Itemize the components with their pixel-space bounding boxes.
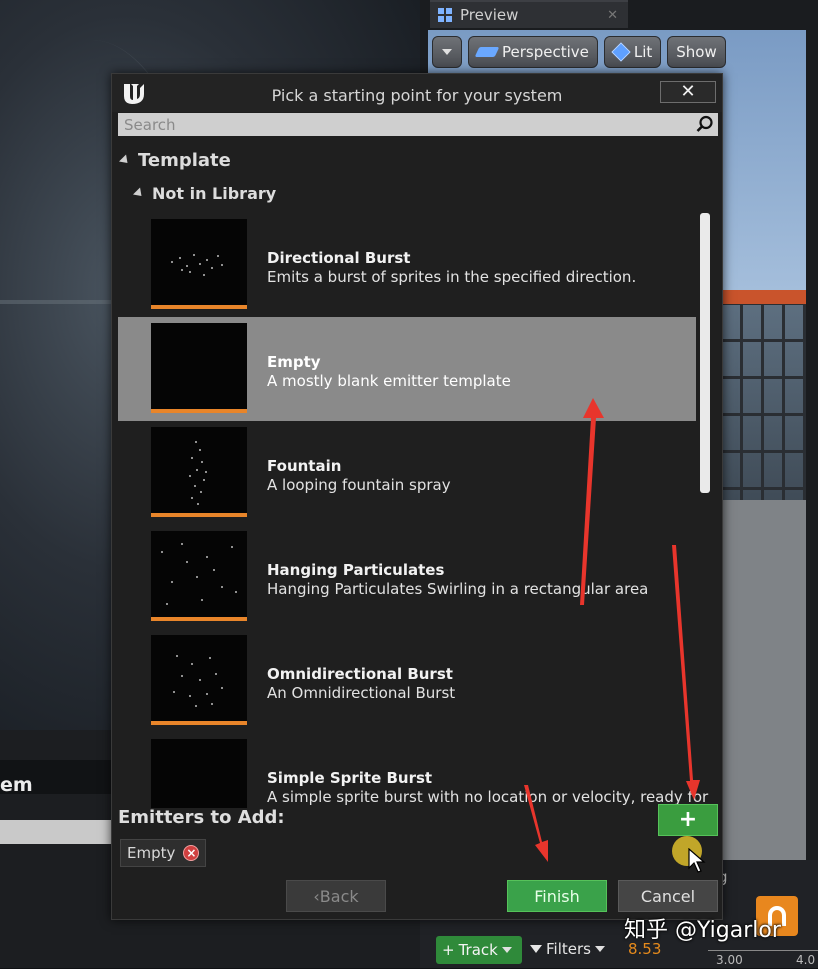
template-name: Hanging Particulates	[267, 561, 445, 579]
template-thumbnail	[151, 739, 247, 808]
template-thumbnail	[151, 219, 247, 309]
template-name: Empty	[267, 353, 321, 371]
pick-starting-point-dialog: Pick a starting point for your system ✕ …	[111, 73, 723, 920]
lit-button[interactable]: Lit	[603, 36, 662, 68]
back-label: Back	[319, 886, 359, 906]
remove-emitter-icon[interactable]	[183, 845, 200, 861]
dialog-title: Pick a starting point for your system	[271, 86, 563, 105]
search-input[interactable]	[118, 113, 686, 136]
dialog-titlebar[interactable]: Pick a starting point for your system ✕	[112, 74, 722, 112]
template-list[interactable]: Template Not in Library Directional Burs…	[112, 138, 712, 808]
filters-button[interactable]: Filters	[530, 940, 605, 958]
add-emitter-button[interactable]: +	[658, 804, 718, 836]
emitters-to-add-label: Emitters to Add:	[118, 807, 285, 828]
search-icon[interactable]	[696, 115, 714, 133]
template-name: Directional Burst	[267, 249, 411, 267]
perspective-label: Perspective	[502, 43, 589, 61]
template-thumbnail	[151, 323, 247, 413]
cube-icon	[611, 42, 631, 62]
chevron-down-icon	[442, 49, 452, 55]
template-item-hanging-particulates[interactable]: Hanging Particulates Hanging Particulate…	[118, 525, 696, 629]
collapse-arrow-icon	[118, 154, 132, 167]
cancel-label: Cancel	[640, 886, 696, 906]
viewport-options-dropdown[interactable]	[432, 36, 462, 68]
search-bar	[118, 113, 718, 136]
template-name: Omnidirectional Burst	[267, 665, 453, 683]
thumbnail-accent-bar	[151, 409, 247, 413]
filters-label: Filters	[546, 940, 591, 958]
subcategory-not-in-library-header[interactable]: Not in Library	[132, 184, 277, 203]
show-label: Show	[676, 43, 717, 61]
thumbnail-accent-bar	[151, 617, 247, 621]
emitter-chip: Empty	[120, 839, 207, 867]
template-description: An Omnidirectional Burst	[267, 684, 456, 702]
panel-label-fragment: em	[0, 774, 33, 796]
close-icon: ✕	[680, 81, 696, 102]
category-label: Template	[138, 150, 231, 171]
preview-tab[interactable]: Preview ✕	[430, 0, 628, 28]
finish-label: Finish	[534, 886, 580, 906]
mouse-cursor-icon	[688, 848, 706, 873]
template-item-fountain[interactable]: Fountain A looping fountain spray	[118, 421, 696, 525]
collapse-arrow-icon	[132, 187, 146, 200]
add-track-button[interactable]: + Track	[436, 936, 522, 964]
perspective-icon	[474, 47, 500, 57]
template-thumbnail	[151, 531, 247, 621]
preview-tab-label: Preview	[460, 6, 519, 24]
watermark: 知乎 @Yigarlor	[624, 918, 781, 943]
emitter-chip-label: Empty	[127, 844, 176, 862]
chevron-down-icon	[594, 946, 605, 952]
template-item-directional-burst[interactable]: Directional Burst Emits a burst of sprit…	[118, 213, 696, 317]
template-description: A simple sprite burst with no location o…	[267, 788, 709, 806]
template-name: Simple Sprite Burst	[267, 769, 433, 787]
plus-icon: +	[442, 941, 455, 959]
template-item-omnidirectional-burst[interactable]: Omnidirectional Burst An Omnidirectional…	[118, 629, 696, 733]
finish-button[interactable]: Finish	[507, 880, 607, 912]
template-name: Fountain	[267, 457, 342, 475]
tab-close-icon[interactable]: ✕	[607, 8, 618, 23]
chevron-down-icon	[501, 947, 512, 953]
template-item-empty[interactable]: Empty A mostly blank emitter template	[118, 317, 696, 421]
funnel-icon	[530, 945, 542, 953]
template-description: A looping fountain spray	[267, 476, 451, 494]
lit-label: Lit	[633, 43, 653, 61]
category-template-header[interactable]: Template	[118, 150, 231, 171]
preview-toolbar: Perspective Lit Show	[432, 36, 726, 70]
thumbnail-accent-bar	[151, 305, 247, 309]
list-scrollbar[interactable]	[700, 213, 710, 493]
template-description: A mostly blank emitter template	[267, 372, 511, 390]
template-thumbnail	[151, 427, 247, 517]
template-description: Hanging Particulates Swirling in a recta…	[267, 580, 649, 598]
close-button[interactable]: ✕	[660, 81, 716, 103]
preview-building	[722, 290, 806, 524]
thumbnail-accent-bar	[151, 513, 247, 517]
timeline-ruler[interactable]: 3.00 4.0	[708, 950, 818, 969]
show-button[interactable]: Show	[667, 36, 726, 68]
ruler-tick-label: 4.0	[796, 953, 816, 967]
template-description: Emits a burst of sprites in the specifie…	[267, 268, 637, 286]
subcategory-label: Not in Library	[152, 184, 277, 203]
thumbnail-accent-bar	[151, 721, 247, 725]
cancel-button[interactable]: Cancel	[618, 880, 718, 912]
track-label: Track	[458, 941, 498, 959]
back-button[interactable]: ‹ Back	[286, 880, 386, 912]
template-item-simple-sprite-burst[interactable]: Simple Sprite Burst A simple sprite burs…	[118, 733, 708, 808]
preview-grid-icon	[438, 8, 452, 22]
perspective-button[interactable]: Perspective	[468, 36, 598, 68]
plus-icon: +	[678, 807, 698, 832]
ruler-tick-label: 3.00	[716, 953, 743, 967]
template-thumbnail	[151, 635, 247, 725]
